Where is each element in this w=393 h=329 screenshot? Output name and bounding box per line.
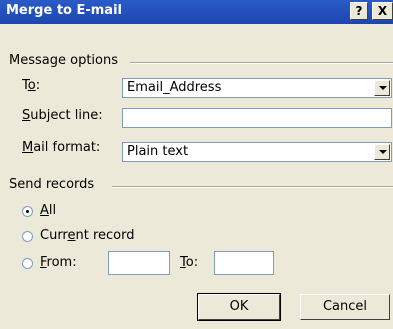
subject-input[interactable] (122, 108, 392, 128)
mail-format-value: Plain text (127, 144, 189, 159)
to-range-input[interactable] (214, 251, 274, 275)
from-radio[interactable] (22, 258, 33, 269)
range-to-label: To: (180, 255, 199, 270)
dialog-title: Merge to E-mail (6, 3, 122, 18)
all-radio[interactable] (22, 206, 33, 217)
mail-format-dropdown[interactable]: Plain text (122, 142, 392, 162)
send-records-label: Send records (9, 177, 101, 192)
title-bar: Merge to E-mail ? X (0, 0, 393, 24)
from-input[interactable] (108, 251, 170, 275)
to-dropdown[interactable]: Email_Address (122, 78, 392, 98)
current-record-radio[interactable] (22, 231, 33, 242)
mail-format-label: Mail format: (22, 140, 101, 155)
ok-button[interactable]: OK (197, 293, 281, 321)
cancel-button[interactable]: Cancel (300, 294, 390, 320)
group-divider (112, 186, 393, 188)
current-record-label[interactable]: Current record (40, 228, 135, 243)
to-label: To: (22, 78, 41, 93)
subject-label: Subject line: (22, 108, 103, 123)
close-button[interactable]: X (372, 2, 393, 20)
chevron-down-icon[interactable] (374, 80, 390, 96)
to-value: Email_Address (127, 80, 222, 95)
all-label[interactable]: All (40, 203, 56, 218)
chevron-down-icon[interactable] (374, 144, 390, 160)
from-label[interactable]: From: (40, 255, 77, 270)
group-divider (130, 62, 393, 64)
help-button[interactable]: ? (350, 2, 368, 20)
message-options-label: Message options (9, 53, 124, 68)
